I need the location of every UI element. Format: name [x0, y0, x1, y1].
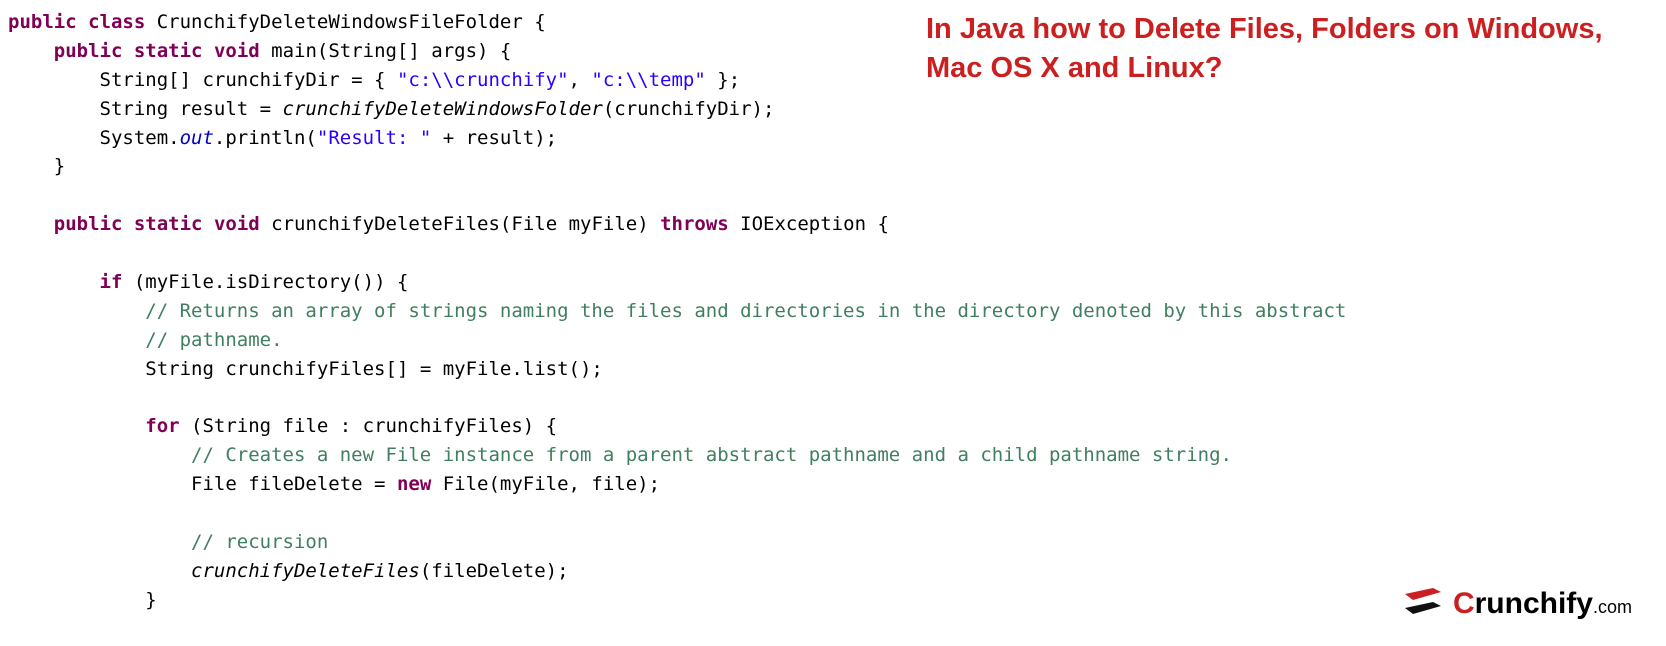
- comment: // Returns an array of strings naming th…: [145, 300, 1346, 322]
- code-block: public class CrunchifyDeleteWindowsFileF…: [0, 0, 1666, 614]
- keyword: static: [134, 213, 203, 235]
- article-heading: In Java how to Delete Files, Folders on …: [926, 10, 1626, 88]
- code-line: // Returns an array of strings naming th…: [145, 300, 1346, 322]
- code-line: public class CrunchifyDeleteWindowsFileF…: [8, 11, 546, 33]
- keyword: public: [8, 11, 77, 33]
- keyword: throws: [660, 213, 729, 235]
- keyword: class: [88, 11, 145, 33]
- code-line: public static void crunchifyDeleteFiles(…: [54, 213, 889, 235]
- keyword: if: [100, 271, 123, 293]
- static-method-call: crunchifyDeleteWindowsFolder: [283, 98, 603, 120]
- code-line: if (myFile.isDirectory()) {: [100, 271, 409, 293]
- brand-name-first-letter: C: [1453, 587, 1475, 620]
- string-literal: "Result: ": [317, 127, 431, 149]
- code-line: crunchifyDeleteFiles(fileDelete);: [191, 560, 569, 582]
- keyword: public: [54, 213, 123, 235]
- string-literal: "c:\\temp": [591, 69, 705, 91]
- keyword: void: [214, 213, 260, 235]
- code-line: // recursion: [191, 531, 328, 553]
- code-line: // pathname.: [145, 329, 282, 351]
- code-line: // Creates a new File instance from a pa…: [191, 444, 1232, 466]
- keyword: for: [145, 415, 179, 437]
- code-line: }: [145, 589, 156, 611]
- keyword: new: [397, 473, 431, 495]
- code-line: System.out.println("Result: " + result);: [100, 127, 558, 149]
- brand-logo: Crunchify.com: [1403, 586, 1632, 622]
- brand-name-rest: runchify: [1475, 587, 1593, 620]
- string-literal: "c:\\crunchify": [397, 69, 569, 91]
- brand-suffix: .com: [1593, 597, 1632, 617]
- keyword: void: [214, 40, 260, 62]
- crunchify-logo-icon: [1403, 586, 1445, 622]
- code-line: String crunchifyFiles[] = myFile.list();: [145, 358, 603, 380]
- comment: // recursion: [191, 531, 328, 553]
- code-line: String result = crunchifyDeleteWindowsFo…: [100, 98, 775, 120]
- brand-logo-text: Crunchify.com: [1453, 587, 1632, 621]
- comment: // Creates a new File instance from a pa…: [191, 444, 1232, 466]
- code-line: }: [54, 155, 65, 177]
- keyword: public: [54, 40, 123, 62]
- static-method-call: crunchifyDeleteFiles: [191, 560, 420, 582]
- static-field: out: [180, 127, 214, 149]
- keyword: static: [134, 40, 203, 62]
- code-line: for (String file : crunchifyFiles) {: [145, 415, 557, 437]
- code-line: public static void main(String[] args) {: [54, 40, 512, 62]
- code-line: File fileDelete = new File(myFile, file)…: [191, 473, 660, 495]
- comment: // pathname.: [145, 329, 282, 351]
- code-line: String[] crunchifyDir = { "c:\\crunchify…: [100, 69, 741, 91]
